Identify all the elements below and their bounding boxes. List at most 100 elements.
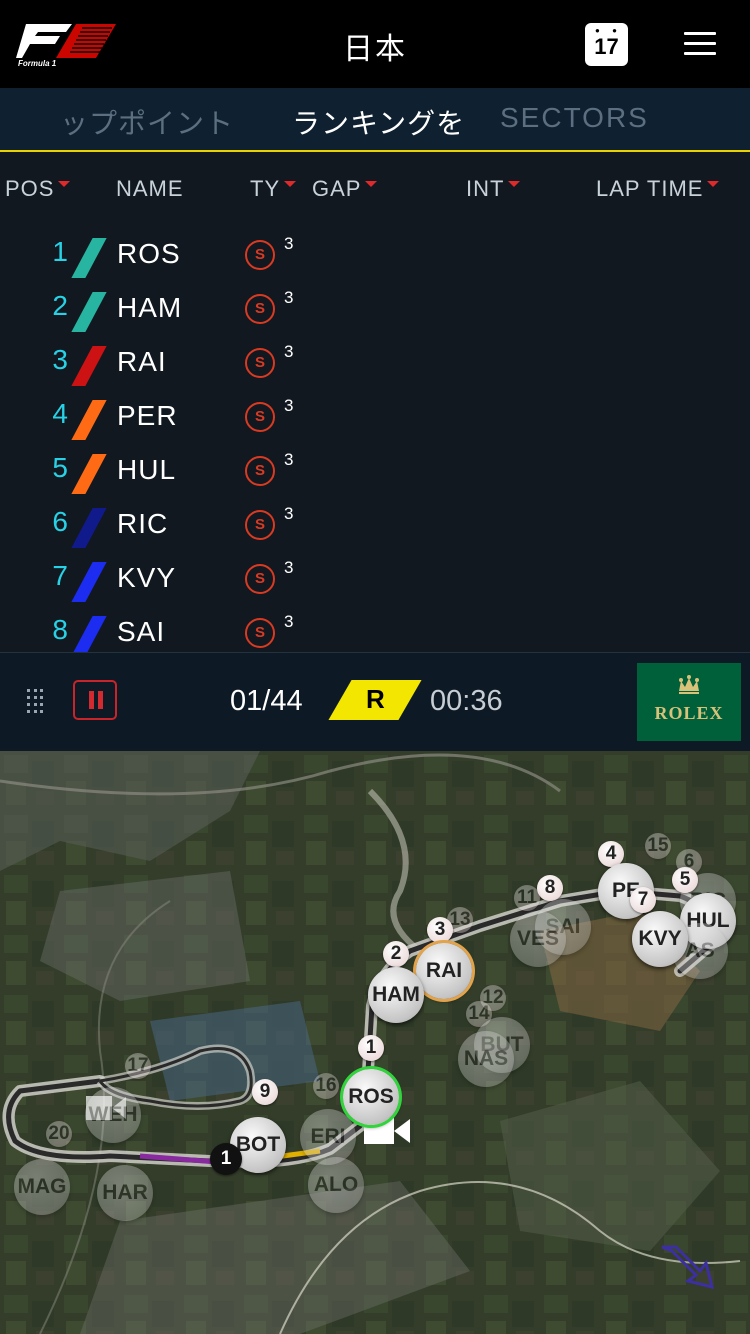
tyre-age: 3: [284, 342, 294, 361]
hamburger-menu-icon[interactable]: [684, 32, 716, 55]
top-bar: Formula 1 日本 ● ● 17: [0, 0, 750, 88]
table-row[interactable]: 3 RAI S 3: [0, 334, 750, 388]
position-number: 8: [52, 614, 68, 645]
team-color-stripe: [71, 238, 107, 278]
driver-name: HUL: [117, 454, 177, 485]
map-position-badge: 5: [672, 867, 698, 893]
crown-icon: [679, 675, 699, 694]
tyre-age: 3: [284, 504, 294, 523]
tab-lap-points[interactable]: ップポイント: [60, 102, 234, 142]
tab-ranking[interactable]: ランキングを: [292, 102, 465, 142]
driver-marker[interactable]: HAM: [368, 967, 424, 1023]
sort-arrow-icon: [365, 181, 378, 188]
map-position-badge: 1: [210, 1143, 242, 1175]
soft-tyre-icon: S: [245, 294, 275, 324]
map-position-badge: 11: [514, 885, 540, 911]
map-position-badge: 20: [46, 1121, 72, 1147]
map-position-badge: 7: [630, 887, 656, 913]
map-position-badge: 3: [427, 917, 453, 943]
driver-marker[interactable]: VES: [510, 911, 566, 967]
table-row[interactable]: 5 HUL S 3: [0, 442, 750, 496]
map-position-badge: 16: [313, 1073, 339, 1099]
soft-tyre-icon: S: [245, 510, 275, 540]
team-color-stripe: [71, 346, 107, 386]
position-number: 3: [52, 344, 68, 375]
lap-counter: 01/44: [230, 685, 303, 717]
driver-marker[interactable]: NAS: [458, 1031, 514, 1087]
tyre-age: 3: [284, 450, 294, 469]
table-row[interactable]: 6 RIC S 3: [0, 496, 750, 550]
driver-marker[interactable]: HAR: [97, 1165, 153, 1221]
table-row[interactable]: 8 SAI S 3: [0, 604, 750, 652]
driver-name: PER: [117, 400, 178, 431]
position-number: 1: [52, 236, 68, 267]
position-number: 5: [52, 452, 68, 483]
tyre-age: 3: [284, 612, 294, 631]
map-position-badge: 8: [537, 875, 563, 901]
position-number: 6: [52, 506, 68, 537]
driver-marker[interactable]: KVY: [632, 911, 688, 967]
table-row[interactable]: 4 PER S 3: [0, 388, 750, 442]
sort-arrow-icon: [58, 181, 71, 188]
soft-tyre-icon: S: [245, 240, 275, 270]
team-color-stripe: [71, 616, 107, 652]
sort-arrow-icon: [508, 181, 521, 188]
track-map[interactable]: 15 4 6 8 11 PE RIC HUL 5 AS 7 KVY SAI VE…: [0, 751, 750, 1334]
soft-tyre-icon: S: [245, 564, 275, 594]
pause-icon-bar: [98, 691, 103, 709]
session-type: R: [366, 684, 385, 714]
page-title: 日本: [343, 33, 407, 66]
sponsor-logo[interactable]: ROLEX: [637, 663, 741, 741]
calendar-button[interactable]: ● ● 17: [585, 23, 628, 66]
table-row[interactable]: 7 KVY S 3: [0, 550, 750, 604]
col-tyre[interactable]: TY: [250, 176, 297, 202]
team-color-stripe: [71, 400, 107, 440]
driver-marker[interactable]: ALO: [308, 1157, 364, 1213]
calendar-day: 17: [594, 34, 619, 59]
map-position-badge: 2: [383, 941, 409, 967]
map-position-badge: 17: [125, 1053, 151, 1079]
view-tabs: ップポイント ランキングを SECTORS: [0, 88, 750, 152]
driver-marker[interactable]: ROS: [343, 1069, 399, 1125]
col-gap[interactable]: GAP: [312, 176, 378, 202]
sort-arrow-icon: [707, 181, 720, 188]
driver-name: RAI: [117, 346, 167, 377]
position-number: 7: [52, 560, 68, 591]
driver-marker[interactable]: MAG: [14, 1159, 70, 1215]
col-pos[interactable]: POS: [5, 176, 71, 202]
tab-sectors[interactable]: SECTORS: [500, 102, 649, 134]
session-clock: 00:36: [430, 685, 503, 717]
tyre-age: 3: [284, 288, 294, 307]
sort-arrow-icon: [284, 181, 297, 188]
pause-icon: [89, 691, 94, 709]
pause-button[interactable]: [73, 680, 117, 720]
driver-marker[interactable]: WEH: [85, 1087, 141, 1143]
position-number: 2: [52, 290, 68, 321]
tyre-age: 3: [284, 234, 294, 253]
soft-tyre-icon: S: [245, 456, 275, 486]
map-position-badge: 9: [252, 1079, 278, 1105]
map-position-badge: 1: [358, 1035, 384, 1061]
driver-marker[interactable]: RAI: [416, 943, 472, 999]
col-interval[interactable]: INT: [466, 176, 521, 202]
col-lap-time[interactable]: LAP TIME: [596, 176, 720, 202]
col-name[interactable]: NAME: [116, 176, 184, 202]
table-row[interactable]: 1 ROS S 3: [0, 226, 750, 280]
tyre-age: 3: [284, 558, 294, 577]
table-row[interactable]: 2 HAM S 3: [0, 280, 750, 334]
soft-tyre-icon: S: [245, 402, 275, 432]
tyre-age: 3: [284, 396, 294, 415]
team-color-stripe: [71, 454, 107, 494]
sponsor-name: ROLEX: [654, 703, 724, 723]
driver-name: HAM: [117, 292, 183, 323]
position-number: 4: [52, 398, 68, 429]
driver-name: ROS: [117, 238, 181, 269]
team-color-stripe: [71, 562, 107, 602]
driver-name: RIC: [117, 508, 169, 539]
drag-handle-icon[interactable]: [27, 689, 45, 715]
soft-tyre-icon: S: [245, 618, 275, 648]
table-header: POS NAME TY GAP INT LAP TIME: [0, 152, 750, 220]
soft-tyre-icon: S: [245, 348, 275, 378]
driver-marker[interactable]: ERI: [300, 1109, 356, 1165]
playback-bar: 01/44 R 00:36 ROLEX: [0, 652, 750, 752]
